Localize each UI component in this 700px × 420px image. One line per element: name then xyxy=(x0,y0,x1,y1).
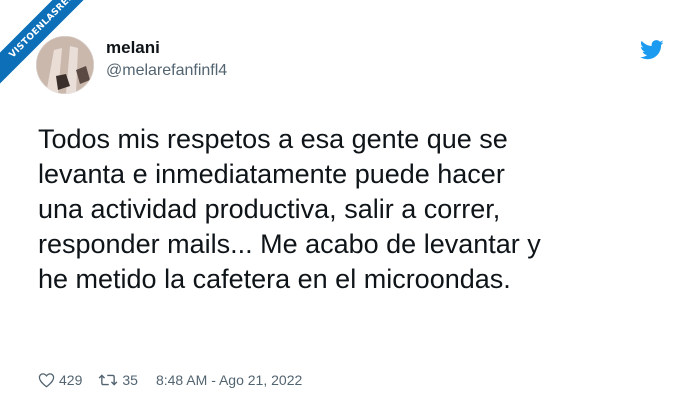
retweets-metric[interactable]: 35 xyxy=(98,372,138,388)
tweet-text-line: responder mails... Me acabo de levantar … xyxy=(38,229,541,259)
author-name[interactable]: melani xyxy=(106,38,227,58)
tweet-text-line: una actividad productiva, salir a correr… xyxy=(38,194,501,224)
likes-count: 429 xyxy=(59,372,83,388)
tweet-footer: 429 35 8:48 AM - Ago 21, 2022 xyxy=(38,372,302,388)
avatar-image xyxy=(36,36,94,94)
heart-icon xyxy=(38,373,55,388)
twitter-bird-icon[interactable] xyxy=(640,40,664,60)
author-handle[interactable]: @melarefanfinfl4 xyxy=(106,60,227,82)
tweet-text-line: levanta e inmediatamente puede hacer xyxy=(38,159,505,189)
retweet-icon xyxy=(99,374,118,386)
likes-metric[interactable]: 429 xyxy=(38,372,82,388)
timestamp[interactable]: 8:48 AM - Ago 21, 2022 xyxy=(156,372,302,388)
retweets-count: 35 xyxy=(122,372,138,388)
tweet-text-line: he metido la cafetera en el microondas. xyxy=(38,264,511,294)
avatar[interactable] xyxy=(36,36,94,94)
tweet-text-line: Todos mis respetos a esa gente que se xyxy=(38,124,508,154)
author-block: melani @melarefanfinfl4 xyxy=(106,38,227,82)
tweet-text: Todos mis respetos a esa gente que se le… xyxy=(38,122,678,297)
